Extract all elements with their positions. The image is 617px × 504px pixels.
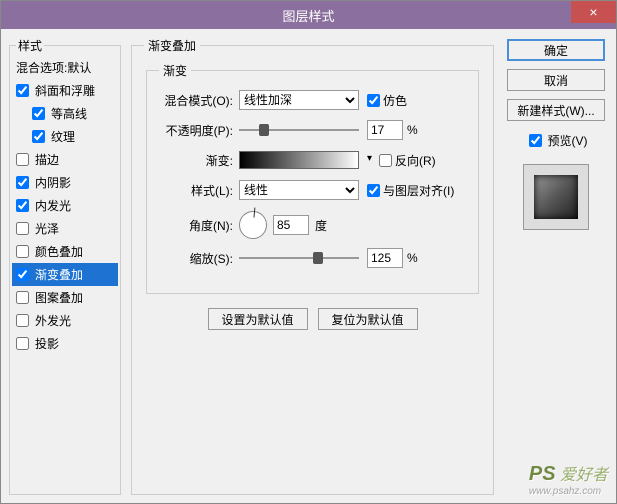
style-label: 渐变叠加 <box>35 266 83 283</box>
style-checkbox[interactable] <box>32 107 45 120</box>
opacity-label: 不透明度(P): <box>159 122 239 139</box>
style-item-7[interactable]: 颜色叠加 <box>12 240 118 263</box>
style-item-10[interactable]: 外发光 <box>12 309 118 332</box>
align-checkbox[interactable]: 与图层对齐(I) <box>367 182 454 199</box>
style-item-11[interactable]: 投影 <box>12 332 118 355</box>
style-item-0[interactable]: 斜面和浮雕 <box>12 79 118 102</box>
preview-swatch <box>523 164 589 230</box>
style-item-4[interactable]: 内阴影 <box>12 171 118 194</box>
style-label: 样式(L): <box>159 182 239 199</box>
style-item-2[interactable]: 纹理 <box>12 125 118 148</box>
style-label: 内发光 <box>35 197 71 214</box>
style-label: 等高线 <box>51 105 87 122</box>
style-checkbox[interactable] <box>16 199 29 212</box>
scale-label: 缩放(S): <box>159 250 239 267</box>
styles-legend: 样式 <box>16 37 44 54</box>
style-checkbox[interactable] <box>16 222 29 235</box>
style-checkbox[interactable] <box>16 153 29 166</box>
style-label: 图案叠加 <box>35 289 83 306</box>
style-item-6[interactable]: 光泽 <box>12 217 118 240</box>
scale-input[interactable] <box>367 248 403 268</box>
style-checkbox[interactable] <box>16 268 29 281</box>
angle-input[interactable] <box>273 215 309 235</box>
reset-default-button[interactable]: 复位为默认值 <box>318 308 418 330</box>
ok-button[interactable]: 确定 <box>507 39 605 61</box>
style-label: 描边 <box>35 151 59 168</box>
style-item-9[interactable]: 图案叠加 <box>12 286 118 309</box>
style-checkbox[interactable] <box>16 291 29 304</box>
style-checkbox[interactable] <box>16 337 29 350</box>
gradient-picker[interactable] <box>239 151 359 169</box>
gradient-legend: 渐变 <box>159 62 191 79</box>
dialog-body: 样式 混合选项:默认 斜面和浮雕等高线纹理描边内阴影内发光光泽颜色叠加渐变叠加图… <box>1 29 616 503</box>
gradient-overlay-panel: 渐变叠加 渐变 混合模式(O): 线性加深 仿色 不透 <box>129 37 496 495</box>
scale-slider[interactable] <box>239 250 359 266</box>
gradient-label: 渐变: <box>159 152 239 169</box>
style-checkbox[interactable] <box>32 130 45 143</box>
opacity-input[interactable] <box>367 120 403 140</box>
style-checkbox[interactable] <box>16 314 29 327</box>
titlebar[interactable]: 图层样式 × <box>1 1 616 29</box>
cancel-button[interactable]: 取消 <box>507 69 605 91</box>
style-label: 光泽 <box>35 220 59 237</box>
style-item-5[interactable]: 内发光 <box>12 194 118 217</box>
style-item-3[interactable]: 描边 <box>12 148 118 171</box>
layer-style-dialog: 图层样式 × 样式 混合选项:默认 斜面和浮雕等高线纹理描边内阴影内发光光泽颜色… <box>0 0 617 504</box>
preview-checkbox[interactable]: 预览(V) <box>525 131 588 150</box>
style-checkbox[interactable] <box>16 245 29 258</box>
style-checkbox[interactable] <box>16 84 29 97</box>
style-item-8[interactable]: 渐变叠加 <box>12 263 118 286</box>
window-title: 图层样式 <box>282 6 334 25</box>
new-style-button[interactable]: 新建样式(W)... <box>507 99 605 121</box>
blend-mode-select[interactable]: 线性加深 <box>239 90 359 110</box>
style-item-1[interactable]: 等高线 <box>12 102 118 125</box>
action-panel: 确定 取消 新建样式(W)... 预览(V) <box>504 37 608 495</box>
style-checkbox[interactable] <box>16 176 29 189</box>
close-button[interactable]: × <box>571 1 616 23</box>
styles-panel: 样式 混合选项:默认 斜面和浮雕等高线纹理描边内阴影内发光光泽颜色叠加渐变叠加图… <box>9 37 121 495</box>
blend-mode-label: 混合模式(O): <box>159 92 239 109</box>
style-label: 纹理 <box>51 128 75 145</box>
style-label: 投影 <box>35 335 59 352</box>
style-label: 颜色叠加 <box>35 243 83 260</box>
style-label: 外发光 <box>35 312 71 329</box>
angle-label: 角度(N): <box>159 217 239 234</box>
blending-options-item[interactable]: 混合选项:默认 <box>12 56 118 79</box>
style-label: 斜面和浮雕 <box>35 82 95 99</box>
dither-checkbox[interactable]: 仿色 <box>367 92 407 109</box>
set-default-button[interactable]: 设置为默认值 <box>208 308 308 330</box>
opacity-slider[interactable] <box>239 122 359 138</box>
reverse-checkbox[interactable]: 反向(R) <box>379 152 436 169</box>
gradient-overlay-legend: 渐变叠加 <box>144 37 200 54</box>
angle-dial[interactable] <box>239 211 267 239</box>
style-label: 内阴影 <box>35 174 71 191</box>
style-select[interactable]: 线性 <box>239 180 359 200</box>
